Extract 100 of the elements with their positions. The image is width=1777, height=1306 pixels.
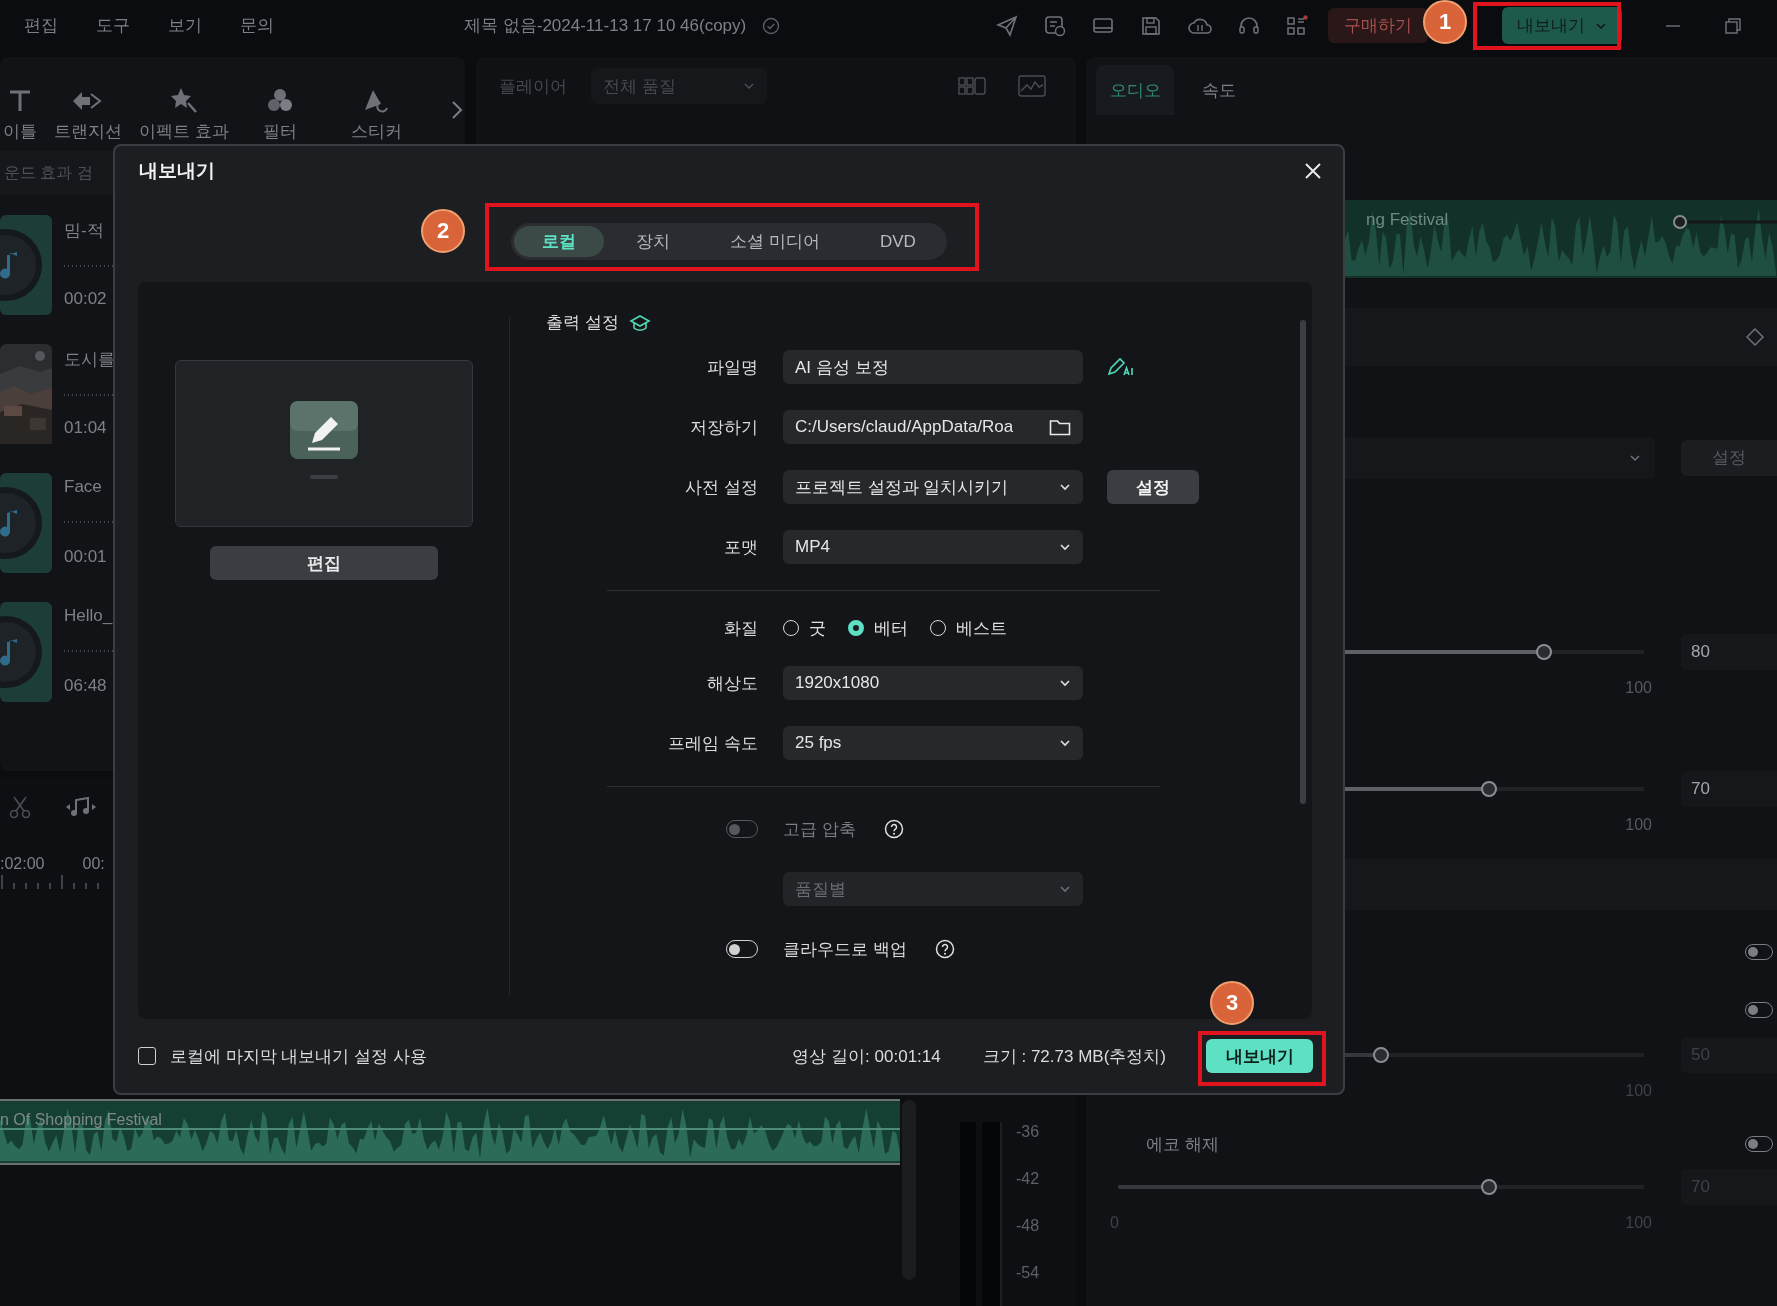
field-label: 포맷 [724, 536, 758, 559]
field-label: 사전 설정 [685, 476, 758, 499]
field-label: 해상도 [707, 672, 758, 695]
duration-label: 영상 길이: 00:01:14 [792, 1045, 941, 1068]
path-field[interactable]: C:/Users/claud/AppData/Roa [783, 410, 1083, 444]
radio-option[interactable]: 굿 [783, 616, 826, 640]
buy-button[interactable]: 구매하기 [1328, 8, 1428, 43]
slider-thumb[interactable] [1481, 781, 1498, 797]
menu-item[interactable]: 도구 [96, 14, 130, 37]
caret-icon [1595, 21, 1607, 30]
value-field[interactable]: 70 [1681, 771, 1777, 807]
check-icon [762, 16, 781, 35]
player-title: 플레이어 [499, 75, 567, 98]
option-label: 고급 압축 [783, 818, 856, 841]
caret-icon [1059, 543, 1071, 551]
radio-option[interactable]: 베터 [848, 616, 908, 640]
send-icon[interactable] [996, 14, 1018, 37]
text-icon [7, 88, 33, 114]
time-label: 00: [82, 855, 105, 873]
media-duration: 01:04 [64, 418, 108, 438]
tool-button[interactable]: 스티커 [328, 86, 424, 143]
caret-icon [743, 82, 755, 90]
audio-clip[interactable]: n Of Shopping Festival [0, 1099, 900, 1165]
edit-button[interactable]: 편집 [209, 546, 438, 580]
headset-icon[interactable] [1238, 14, 1260, 37]
media-name: 밈-적 [64, 220, 105, 242]
caret-icon [1059, 679, 1071, 687]
tool-button[interactable]: 이틀 [0, 88, 40, 143]
scrollbar[interactable] [1300, 320, 1306, 804]
audio-thumbnail[interactable] [0, 473, 52, 573]
radio-option[interactable]: 베스트 [930, 616, 1007, 640]
graduation-cap-icon[interactable] [628, 313, 651, 332]
volume-handle[interactable] [1672, 214, 1777, 230]
clip-title: ng Festival [1366, 210, 1449, 230]
radio-button[interactable] [848, 620, 864, 636]
folder-icon[interactable] [1049, 418, 1071, 436]
chevron-right-icon[interactable] [450, 99, 464, 121]
schedule-icon[interactable] [1044, 14, 1066, 37]
field-label: 저장하기 [690, 416, 758, 439]
help-icon[interactable] [934, 939, 955, 959]
filter-icon [266, 86, 294, 114]
media-duration: 06:48 [64, 676, 108, 696]
caret-icon [1629, 453, 1641, 462]
max-label: 100 [1625, 679, 1652, 697]
dropdown[interactable]: 프로젝트 설정과 일치시키기 [783, 470, 1083, 504]
meter-label: -42 [1016, 1169, 1040, 1189]
export-button[interactable]: 내보내기 [1206, 1039, 1313, 1073]
media-name: Hello_ [64, 606, 114, 626]
max-label: 100 [1625, 816, 1652, 834]
tool-button[interactable]: 트랜지션 [40, 88, 136, 143]
media-name: 도시를 [64, 349, 115, 371]
ai-pen-icon[interactable] [1107, 356, 1135, 378]
caret-icon [1059, 483, 1071, 491]
audio-thumbnail[interactable] [0, 602, 52, 702]
filename-field[interactable]: AI 음성 보정 [783, 350, 1083, 384]
dropdown[interactable]: MP4 [783, 530, 1083, 564]
tool-button[interactable]: 이펙트 효과 [136, 86, 232, 143]
menu-item[interactable]: 보기 [168, 14, 202, 37]
option-label: 클라우드로 백업 [783, 938, 907, 961]
audio-thumbnail[interactable] [0, 215, 52, 315]
meter-label: -48 [1016, 1216, 1040, 1236]
tab[interactable]: 장치 [608, 226, 699, 257]
image-icon[interactable] [1018, 75, 1046, 97]
checkbox[interactable] [138, 1047, 156, 1065]
section-title: 출력 설정 [546, 312, 619, 334]
tab[interactable]: DVD [851, 226, 944, 257]
save-icon[interactable] [1140, 14, 1162, 37]
magic-wand-icon [169, 86, 199, 114]
meter-label: -36 [1016, 1122, 1040, 1142]
echo-label: 에코 해제 [1146, 1133, 1219, 1156]
slider-thumb[interactable] [1535, 644, 1552, 660]
field-label: 프레임 속도 [668, 732, 758, 755]
help-icon[interactable] [883, 819, 904, 839]
size-label: 크기 : 72.73 MB(추정치) [982, 1045, 1166, 1068]
dropdown[interactable]: 1920x1080 [783, 666, 1083, 700]
time-label: :02:00 [0, 855, 45, 873]
media-duration: 00:01 [64, 547, 108, 567]
field-label: 화질 [724, 617, 758, 640]
keyframe-icon[interactable] [1745, 327, 1765, 347]
checkbox-label: 로컬에 마지막 내보내기 설정 사용 [170, 1045, 427, 1068]
close-icon[interactable] [1303, 161, 1323, 181]
settings-button[interactable]: 설정 [1107, 470, 1199, 504]
tab[interactable]: 속도 [1180, 65, 1258, 115]
meter-label: -54 [1016, 1263, 1040, 1283]
menu-item[interactable]: 문의 [240, 14, 274, 37]
apps-icon[interactable] [1286, 14, 1308, 37]
music-note-icon[interactable] [64, 795, 98, 819]
dropdown[interactable]: 25 fps [783, 726, 1083, 760]
tab[interactable]: 로컬 [514, 226, 605, 257]
restore-icon[interactable] [1724, 16, 1742, 35]
step-number: 1 [1423, 0, 1467, 44]
media-name: Face [64, 477, 103, 497]
project-title: 제목 없음-2024-11-13 17 10 46(copy) [464, 15, 747, 37]
menu-item[interactable]: 편집 [24, 14, 58, 37]
scissors-icon[interactable] [8, 795, 32, 819]
value-field[interactable]: 80 [1681, 634, 1777, 670]
media-duration: 00:02 [64, 289, 108, 309]
tab[interactable]: 오디오 [1096, 65, 1174, 115]
tool-button[interactable]: 필터 [232, 86, 328, 143]
tab[interactable]: 소셜 미디어 [702, 226, 848, 257]
